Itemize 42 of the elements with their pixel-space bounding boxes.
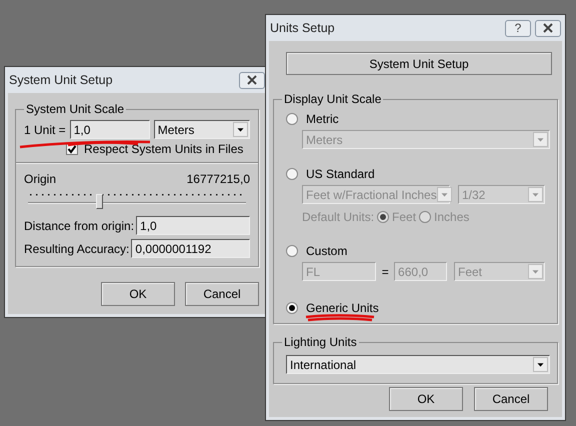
field-label: 1 Unit = [24,122,66,136]
radio-button[interactable] [286,113,298,125]
radio-label: Generic Units [306,301,379,315]
equals-sign: = [380,264,390,278]
field-label: Default Units: [302,210,374,224]
group-title: System Unit Scale [24,102,126,116]
field-label: Distance from origin: [24,218,134,232]
dialog-button[interactable]: OK [389,387,463,411]
close-button[interactable] [535,20,561,36]
radio-button[interactable] [377,211,390,223]
group-title: Display Unit Scale [282,92,384,106]
dialog-button[interactable]: Cancel [474,387,548,411]
window-title: System Unit Setup [9,73,114,87]
dialog-button[interactable]: Cancel [185,282,259,306]
checkbox-label: Respect System Units in Files [84,142,244,156]
input-field[interactable]: 0,0000001192 [131,239,250,258]
radio-button[interactable] [286,302,298,314]
input-field[interactable]: 1,0 [70,120,150,139]
radio-label: Inches [434,210,470,224]
radio-label: US Standard [306,167,375,181]
input-field[interactable]: 1,0 [136,216,250,235]
radio-label: Custom [306,244,348,258]
group-title: Lighting Units [282,335,359,349]
radio-button[interactable] [286,245,298,257]
radio-button[interactable] [286,168,298,180]
radio-label: Metric [306,112,339,126]
origin-value: 16777215,0 [186,172,250,186]
radio-label: Feet [392,210,416,224]
dialog-button[interactable]: OK [101,282,175,306]
radio-button[interactable] [419,211,432,223]
dropdown[interactable]: Meters [154,120,250,139]
field-label: Origin [24,172,56,186]
field-label: Resulting Accuracy: [24,242,130,256]
dropdown[interactable]: International [286,355,550,374]
close-icon [542,23,554,33]
slider-thumb[interactable] [96,194,103,209]
system-unit-setup-button[interactable]: System Unit Setup [286,52,552,75]
close-icon [246,75,258,85]
window-title: Units Setup [270,21,336,35]
help-button[interactable]: ? [505,20,531,36]
close-button[interactable] [239,72,265,88]
scribble-drawing [304,314,376,323]
